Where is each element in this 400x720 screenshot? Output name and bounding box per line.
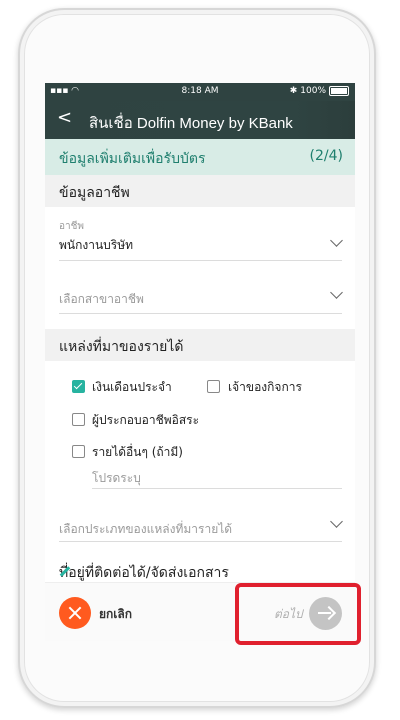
checkbox-label: ผู้ประกอบอาชีพอิสระ	[92, 413, 200, 427]
app-screen: ▪▪▪ ◠ 8:18 AM ✱ 100% < สินเชื่อ Dolfin M…	[45, 83, 355, 641]
battery-icon	[329, 86, 349, 96]
income-section-heading: แหล่งที่มาของรายได้	[45, 329, 355, 361]
step-count: (2/4)	[309, 148, 343, 164]
status-bar: ▪▪▪ ◠ 8:18 AM ✱ 100%	[45, 83, 355, 101]
field-underline	[59, 260, 342, 261]
checkbox-unchecked[interactable]	[72, 413, 85, 426]
checkbox-label: รายได้อื่นๆ (ถ้ามี)	[92, 445, 183, 459]
cancel-label[interactable]: ยกเลิก	[99, 605, 132, 624]
income-source-type-placeholder: เลือกประเภทของแหล่งที่มารายได้	[59, 522, 233, 536]
section-heading-text: แหล่งที่มาของรายได้	[59, 339, 184, 355]
page-title: สินเชื่อ Dolfin Money by KBank	[89, 115, 293, 132]
back-arrow-icon[interactable]: <	[57, 109, 72, 127]
battery-area: ✱ 100%	[290, 86, 349, 96]
field-underline	[59, 541, 342, 542]
next-button-highlight	[235, 583, 361, 645]
other-income-placeholder: โปรดระบุ	[92, 471, 141, 485]
occupation-value: พนักงานบริษัท	[59, 238, 134, 252]
bluetooth-icon: ✱	[289, 86, 298, 96]
chevron-down-icon	[330, 234, 343, 247]
app-header: < สินเชื่อ Dolfin Money by KBank	[45, 101, 355, 139]
field-underline	[59, 313, 342, 314]
section-heading-text: ที่อยู่ที่ติดต่อได้/จัดส่งเอกสาร	[59, 565, 229, 581]
checkbox-label: เงินเดือนประจำ	[92, 380, 172, 394]
occupation-label: อาชีพ	[59, 221, 84, 232]
chevron-down-icon	[330, 286, 343, 299]
field-underline	[92, 488, 342, 489]
cancel-button[interactable]	[59, 597, 91, 629]
section-heading-text: ข้อมูลอาชีพ	[59, 185, 130, 201]
checkbox-unchecked[interactable]	[207, 380, 220, 393]
checkbox-checked[interactable]	[72, 380, 85, 393]
checkbox-label: เจ้าของกิจการ	[228, 380, 302, 394]
chevron-down-icon	[330, 515, 343, 528]
battery-percent: 100%	[300, 86, 326, 96]
step-label: ข้อมูลเพิ่มเติมเพื่อรับบัตร	[59, 151, 206, 167]
occupation-branch-placeholder: เลือกสาขาอาชีพ	[59, 292, 144, 306]
occupation-section-heading: ข้อมูลอาชีพ	[45, 175, 355, 207]
step-bar: ข้อมูลเพิ่มเติมเพื่อรับบัตร (2/4)	[45, 139, 355, 175]
checkbox-unchecked[interactable]	[72, 445, 85, 458]
